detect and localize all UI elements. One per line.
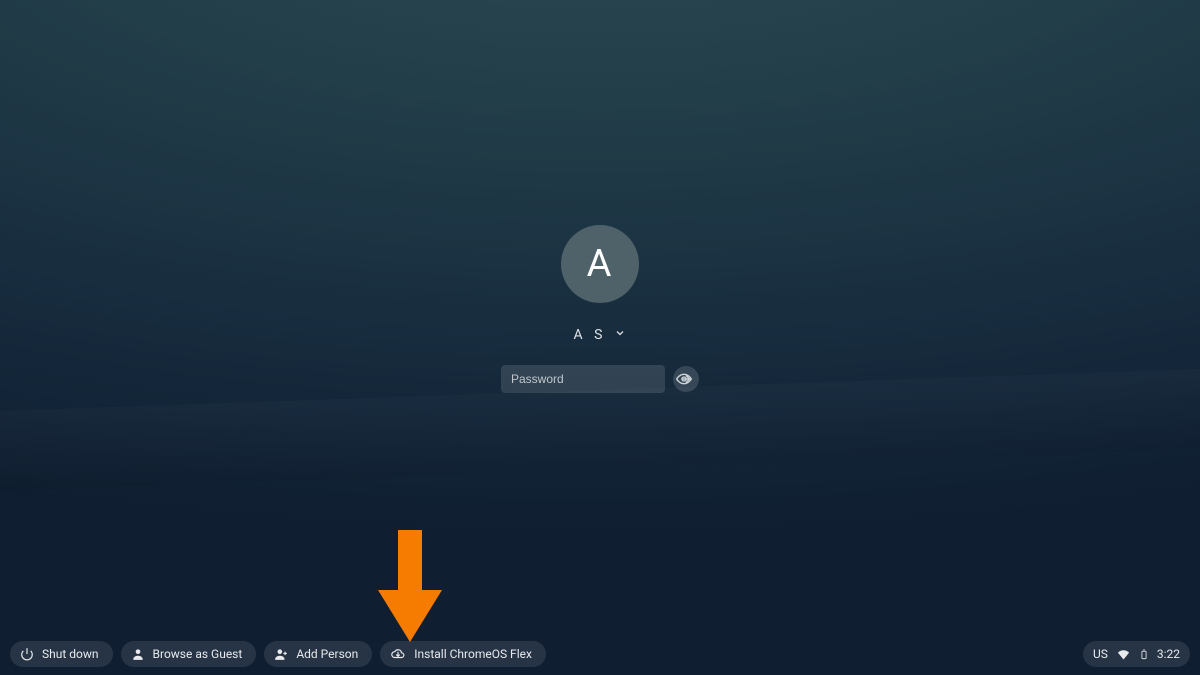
power-icon (20, 647, 34, 661)
shutdown-button[interactable]: Shut down (10, 641, 113, 667)
shutdown-label: Shut down (42, 647, 99, 661)
password-field-wrapper (501, 365, 665, 393)
browse-as-guest-label: Browse as Guest (153, 647, 243, 661)
wifi-icon (1116, 647, 1131, 662)
person-icon (131, 647, 145, 661)
annotation-arrow-icon (378, 530, 442, 642)
show-password-button[interactable] (676, 365, 692, 393)
eye-icon (676, 371, 692, 387)
install-chromeos-flex-label: Install ChromeOS Flex (414, 647, 532, 661)
add-person-label: Add Person (296, 647, 358, 661)
cloud-download-icon (390, 647, 406, 661)
username-label: A S (574, 327, 607, 343)
add-person-button[interactable]: Add Person (264, 641, 372, 667)
install-chromeos-flex-button[interactable]: Install ChromeOS Flex (380, 641, 546, 667)
user-avatar[interactable]: A (561, 225, 639, 303)
clock: 3:22 (1157, 647, 1180, 661)
chevron-down-icon (614, 327, 626, 343)
status-tray[interactable]: US 3:22 (1083, 641, 1190, 667)
keyboard-layout-indicator: US (1093, 647, 1108, 661)
browse-as-guest-button[interactable]: Browse as Guest (121, 641, 257, 667)
person-add-icon (274, 647, 288, 661)
battery-icon (1139, 647, 1149, 662)
user-switcher[interactable]: A S (574, 327, 627, 343)
password-input[interactable] (501, 365, 676, 393)
